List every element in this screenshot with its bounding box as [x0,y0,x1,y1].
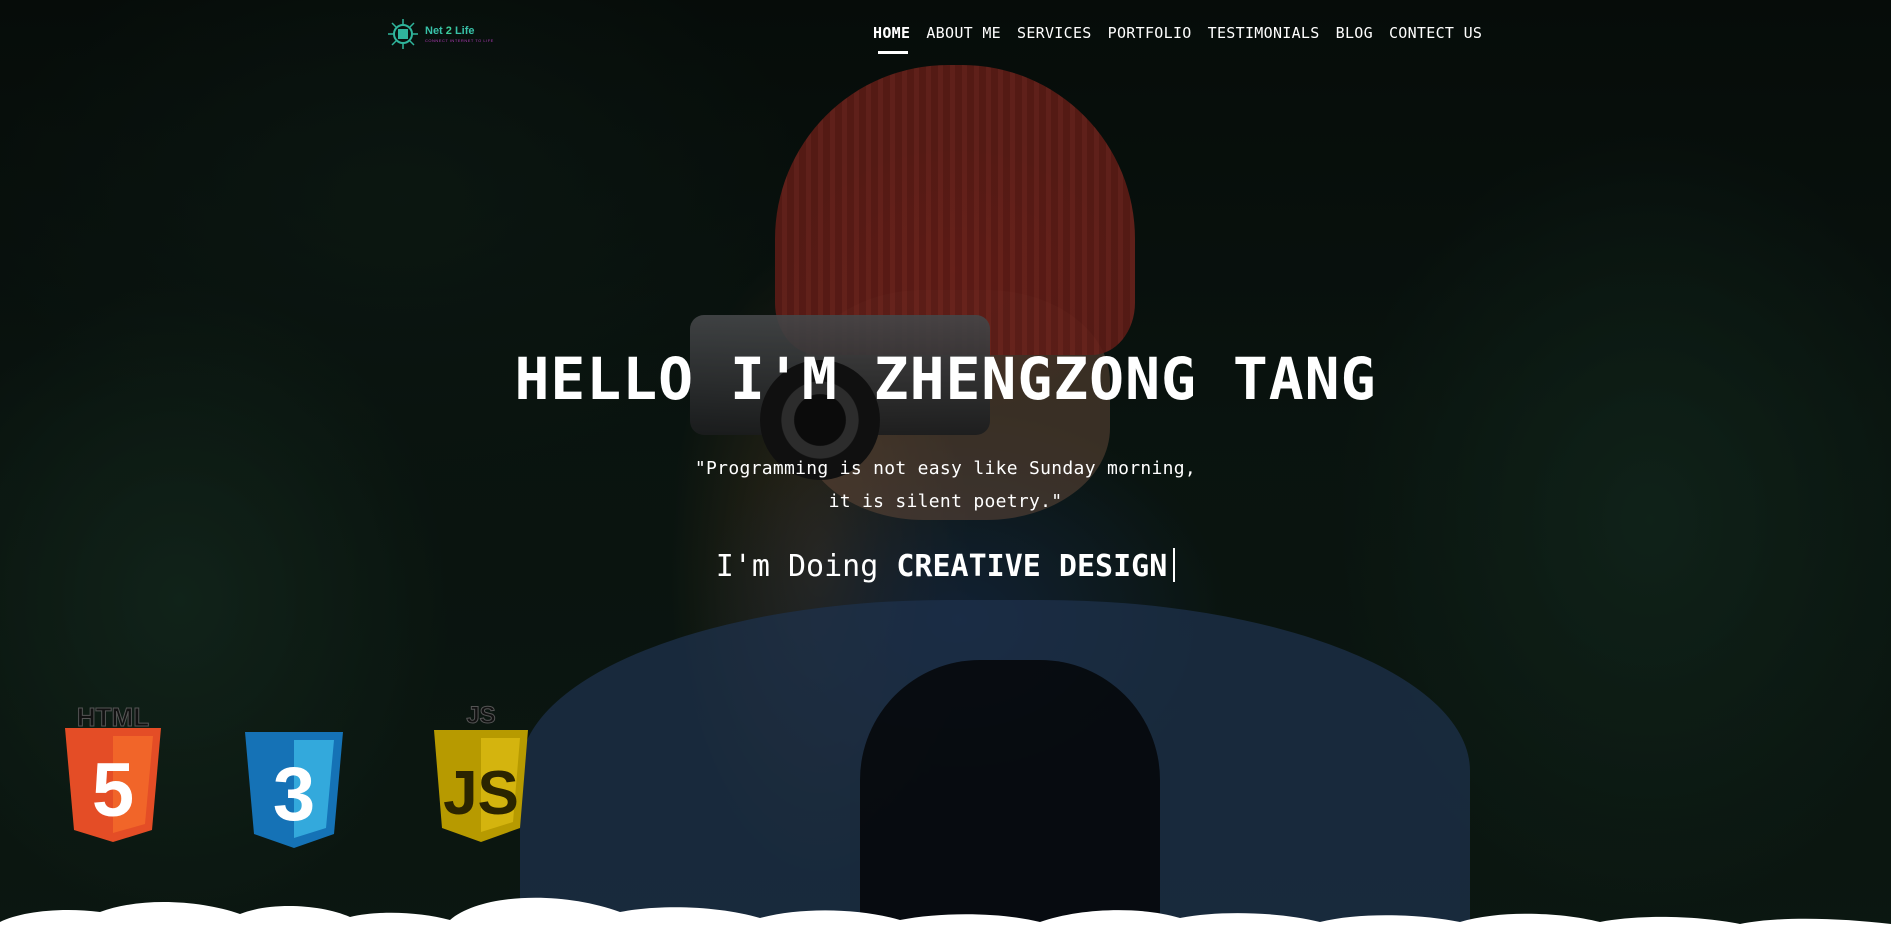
css3-icon: 3 [245,732,343,848]
javascript-label: JS [466,702,496,730]
nav-contact-us[interactable]: CONTECT US [1381,22,1490,54]
nav-services[interactable]: SERVICES [1009,22,1100,54]
html5-glyph: 5 [92,748,134,833]
nav-blog[interactable]: BLOG [1328,22,1381,54]
main-nav: HOME ABOUT ME SERVICES PORTFOLIO TESTIMO… [873,22,1490,54]
logo-tagline: CONNECT INTERNET TO LIFE [425,37,494,43]
hero-quote: "Programming is not easy like Sunday mor… [0,452,1891,518]
javascript-badge: JS JS [432,702,530,842]
hero-quote-line-1: "Programming is not easy like Sunday mor… [694,458,1197,479]
nav-home[interactable]: HOME [873,22,918,54]
html5-badge: HTML 5 [60,702,166,842]
typing-cursor [1173,548,1176,582]
logo-text: Net 2 Life CONNECT INTERNET TO LIFE [425,24,494,43]
cloud-divider [0,897,1891,942]
nav-portfolio[interactable]: PORTFOLIO [1100,22,1200,54]
site-logo[interactable]: Net 2 Life CONNECT INTERNET TO LIFE [387,18,494,50]
nav-about-me[interactable]: ABOUT ME [918,22,1009,54]
typing-text: I'm Doing CREATIVE DESIGN [0,548,1891,584]
html5-icon: 5 [65,728,161,842]
hero-quote-line-2: it is silent poetry." [828,491,1063,512]
css3-badge: 3 [243,732,345,848]
logo-name: Net 2 Life [425,24,475,37]
nav-testimonials[interactable]: TESTIMONIALS [1200,22,1328,54]
javascript-icon: JS [434,730,528,842]
hero-title: HELLO I'M ZHENGZONG TANG [514,345,1377,413]
typing-word: CREATIVE DESIGN [896,549,1168,584]
typing-prefix: I'm Doing [715,549,879,584]
javascript-glyph: JS [443,759,519,828]
css3-glyph: 3 [273,752,315,837]
chip-logo-icon [388,19,418,49]
